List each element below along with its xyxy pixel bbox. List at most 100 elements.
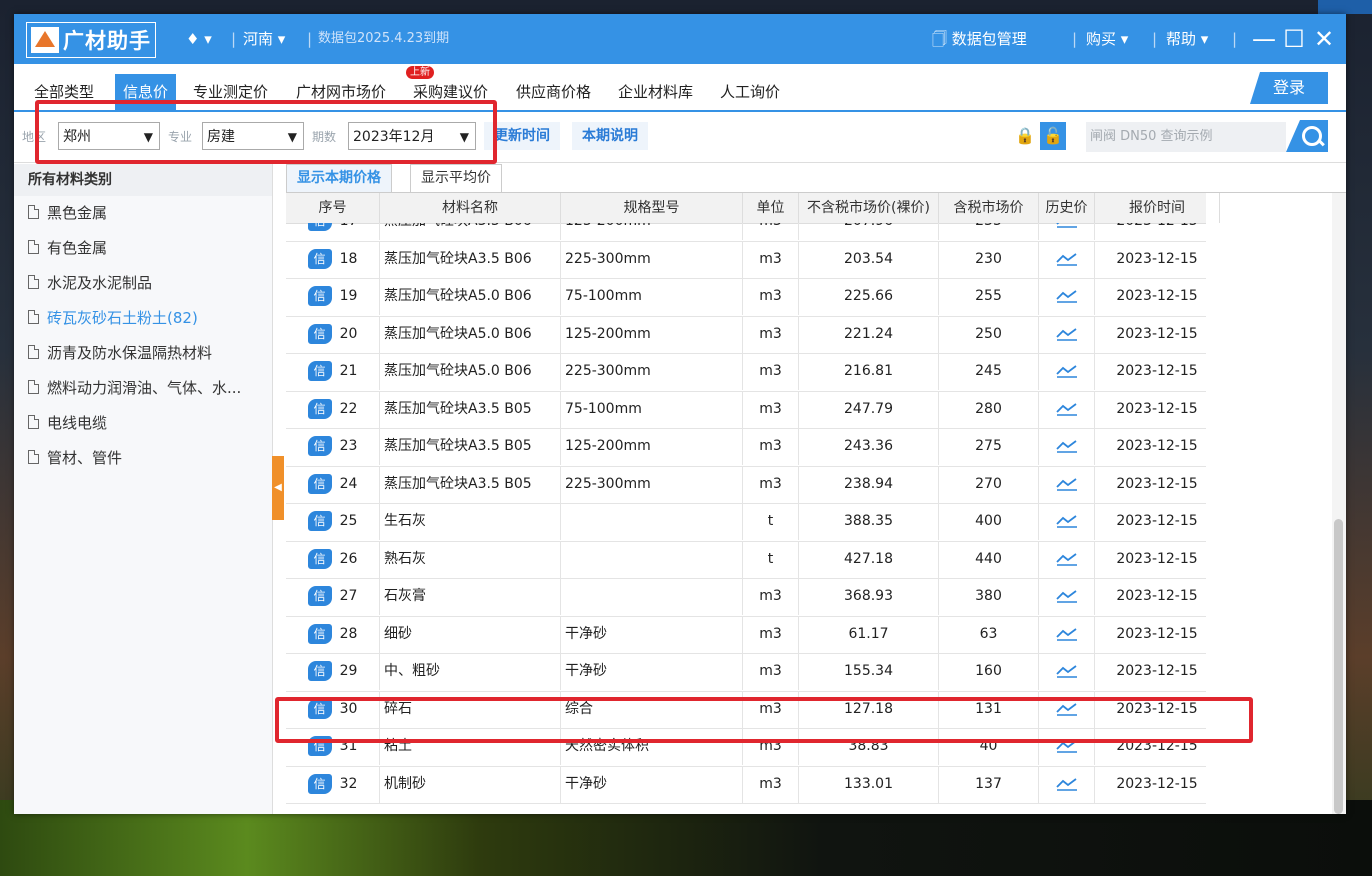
diamond-icon[interactable]: ♦ ▾ [186,14,212,64]
sidebar-item[interactable]: 电线电缆 [14,406,272,441]
column-header[interactable]: 报价时间 [1095,193,1220,223]
table-row[interactable]: 信 31 粘土 天然密实体积 m3 38.83 40 2023-12-15 [286,728,1206,767]
trend-chart-icon[interactable] [1055,777,1078,791]
login-button[interactable]: 登录 [1250,72,1328,104]
tab-all-types[interactable]: 全部类型 [26,74,102,110]
table-row[interactable]: 信 22 蒸压加气砼块A3.5 B05 75-100mm m3 247.79 280 2023… [286,390,1206,429]
sidebar-item[interactable]: 燃料动力润滑油、气体、水... [14,371,272,406]
row-number-cell: 信 19 [286,278,380,315]
sidebar-item-active[interactable]: 砖瓦灰砂石土粉土(82) [14,301,272,336]
major-select[interactable]: 房建 ▼ [202,122,304,150]
sidebar-item[interactable]: 黑色金属 [14,196,272,231]
trend-chart-icon[interactable] [1055,552,1078,566]
table-row[interactable]: 信 21 蒸压加气砼块A5.0 B06 225-300mm m3 216.81 245 202… [286,353,1206,392]
table-row[interactable]: 信 24 蒸压加气砼块A3.5 B05 225-300mm m3 238.94 270 202… [286,465,1206,504]
trend-chart-icon[interactable] [1055,364,1078,378]
period-select[interactable]: 2023年12月 ▼ [348,122,476,150]
help-menu[interactable]: 帮助 ▾ [1166,14,1208,64]
tab-labor-inquiry[interactable]: 人工询价 [712,74,788,110]
history-price-cell[interactable] [1039,315,1095,353]
history-price-cell[interactable] [1039,690,1095,728]
table-row[interactable]: 信 27 石灰膏 m3 368.93 380 2023-12-15 [286,578,1206,617]
table-row[interactable]: 信 19 蒸压加气砼块A5.0 B06 75-100mm m3 225.66 255 2023… [286,278,1206,317]
trend-chart-icon[interactable] [1055,514,1078,528]
cell-name: 机制砂 [380,765,561,803]
table-row[interactable]: 信 25 生石灰 t 388.35 400 2023-12-15 [286,503,1206,542]
package-manage-button[interactable]: 🗍 数据包管理 [932,14,1027,64]
history-price-cell[interactable] [1039,278,1095,315]
tab-market-price[interactable]: 广材网市场价 [288,74,394,110]
scrollbar-thumb[interactable] [1334,519,1343,814]
trend-chart-icon[interactable] [1055,439,1078,453]
tab-supplier-price[interactable]: 供应商价格 [508,74,599,110]
trend-chart-icon[interactable] [1055,627,1078,641]
trend-chart-icon[interactable] [1055,477,1078,491]
column-header[interactable]: 历史价 [1039,193,1095,223]
cell-name: 石灰膏 [380,578,561,615]
trend-chart-icon[interactable] [1055,664,1078,678]
app-logo: 广材助手 [26,22,156,58]
table-row[interactable]: 信 30 碎石 综合 m3 127.18 131 2023-12-15 [286,690,1206,729]
column-header[interactable]: 单位 [743,193,799,223]
cell-spec: 综合 [561,690,743,728]
history-price-cell[interactable] [1039,765,1095,803]
tab-purchase-suggest[interactable]: 采购建议价 [405,74,496,110]
update-time-button[interactable]: 更新时间 [484,122,560,150]
region-select[interactable]: 郑州 ▼ [58,122,160,150]
column-header[interactable]: 不含税市场价(裸价) [799,193,939,223]
table-row[interactable]: 信 18 蒸压加气砼块A3.5 B06 225-300mm m3 203.54 230 202… [286,240,1206,279]
history-price-cell[interactable] [1039,240,1095,278]
trend-chart-icon[interactable] [1055,289,1078,303]
column-header[interactable]: 材料名称 [380,193,561,223]
history-price-cell[interactable] [1039,578,1095,615]
table-row[interactable]: 信 17 蒸压加气砼块A3.5 B06125-200mmm3207.96235 202… [286,223,1206,242]
sidebar-item[interactable]: 有色金属 [14,231,272,266]
history-price-cell[interactable] [1039,353,1095,390]
sidebar-item[interactable]: 沥青及防水保温隔热材料 [14,336,272,371]
region-dropdown[interactable]: 河南 ▾ [243,14,285,64]
trend-chart-icon[interactable] [1055,702,1078,716]
sidebar-item[interactable]: 水泥及水泥制品 [14,266,272,301]
search-button[interactable] [1286,120,1328,152]
search-input[interactable]: 闸阀 DN50 查询示例 [1086,122,1286,152]
column-header[interactable]: 规格型号 [561,193,743,223]
collapse-sidebar-handle[interactable]: ◀ [272,456,284,520]
history-price-cell[interactable] [1039,728,1095,765]
tab-current-price[interactable]: 显示本期价格 [286,164,392,192]
column-header[interactable]: 序号 [286,193,380,223]
table-row[interactable]: 信 29 中、粗砂 干净砂 m3 155.34 160 2023-12-15 [286,653,1206,692]
history-price-cell[interactable] [1039,615,1095,653]
column-header[interactable]: 含税市场价 [939,193,1039,223]
period-note-button[interactable]: 本期说明 [572,122,648,150]
tab-enterprise-library[interactable]: 企业材料库 [610,74,701,110]
table-row[interactable]: 信 20 蒸压加气砼块A5.0 B06 125-200mm m3 221.24 250 202… [286,315,1206,354]
tab-average-price[interactable]: 显示平均价 [410,164,502,192]
lock-icon[interactable]: 🔒 [1012,122,1038,150]
trend-chart-icon[interactable] [1055,252,1078,266]
sidebar-item[interactable]: 管材、管件 [14,441,272,476]
trend-chart-icon[interactable] [1055,402,1078,416]
maximize-icon[interactable]: ☐ [1280,24,1308,54]
trend-chart-icon[interactable] [1055,223,1078,228]
trend-chart-icon[interactable] [1055,327,1078,341]
history-price-cell[interactable] [1039,503,1095,540]
trend-chart-icon[interactable] [1055,589,1078,603]
history-price-cell[interactable] [1039,428,1095,465]
table-row[interactable]: 信 26 熟石灰 t 427.18 440 2023-12-15 [286,540,1206,579]
unlock-icon[interactable]: 🔓 [1040,122,1066,150]
history-price-cell[interactable] [1039,653,1095,690]
table-row[interactable]: 信 28 细砂 干净砂 m3 61.17 63 2023-12-15 [286,615,1206,654]
tab-professional-price[interactable]: 专业测定价 [185,74,276,110]
trend-chart-icon[interactable] [1055,739,1078,753]
table-row[interactable]: 信 32 机制砂 干净砂 m3 133.01 137 2023-12-15 [286,765,1206,804]
minimize-icon[interactable]: — [1250,24,1278,54]
buy-menu[interactable]: 购买 ▾ [1086,14,1128,64]
history-price-cell[interactable] [1039,390,1095,428]
close-icon[interactable]: ✕ [1310,24,1338,54]
history-price-cell[interactable] [1039,540,1095,578]
history-price-cell[interactable] [1039,465,1095,503]
history-price-cell[interactable] [1039,223,1095,240]
cell-date: 2023-12-15 [1095,353,1206,390]
table-row[interactable]: 信 23 蒸压加气砼块A3.5 B05 125-200mm m3 243.36 275 202… [286,428,1206,467]
tab-info-price[interactable]: 信息价 [115,74,177,110]
